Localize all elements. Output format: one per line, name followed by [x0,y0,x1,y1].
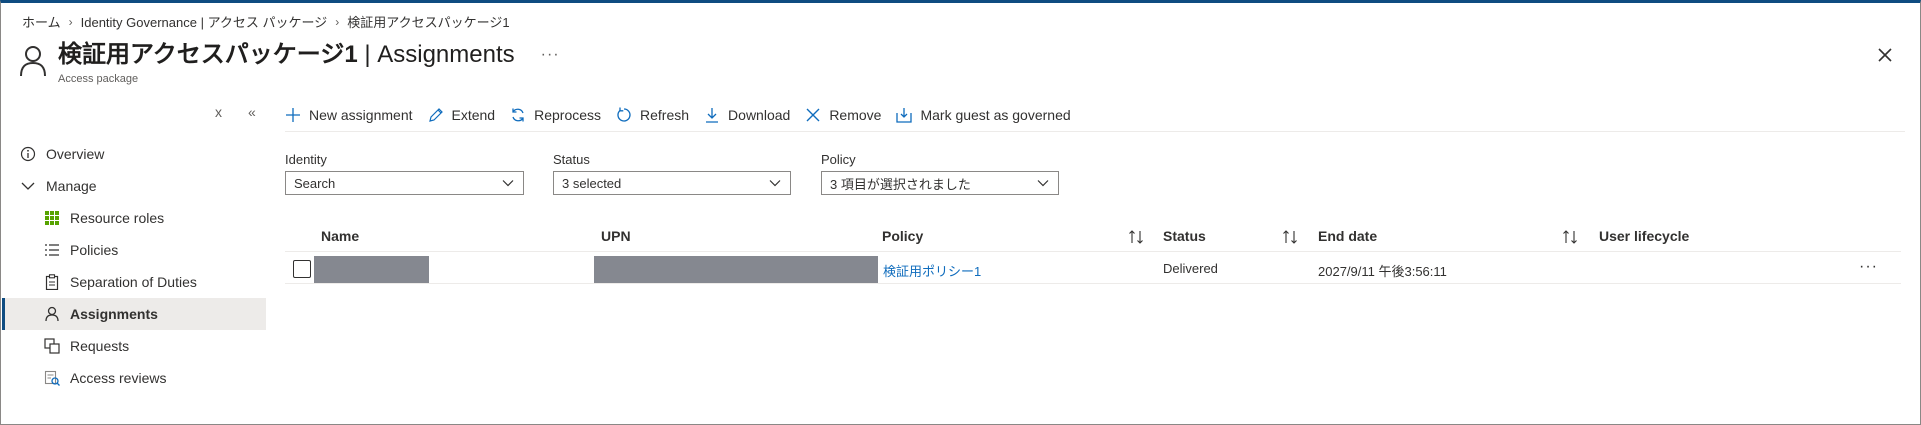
table-row: 検証用ポリシー1 Delivered 2027/9/11 午後3:56:11 ·… [285,252,1901,284]
chevron-down-icon [1037,180,1049,187]
refresh-button[interactable]: Refresh [616,103,689,127]
sidebar-item-manage[interactable]: Manage [2,170,266,202]
identity-filter-value: Search [294,175,336,191]
status-filter: Status 3 selected [553,152,791,195]
sidebar-item-policies[interactable]: Policies [2,234,266,266]
download-icon [706,107,719,123]
page-title: 検証用アクセスパッケージ1 | Assignments [58,40,515,70]
row-checkbox[interactable] [293,260,311,278]
more-options-icon[interactable]: ··· [541,46,560,64]
remove-button[interactable]: Remove [805,103,881,127]
sidebar-item-label: Access reviews [70,370,167,386]
status-filter-label: Status [553,152,590,167]
row-more-options-icon[interactable]: ··· [1859,258,1878,276]
pencil-icon [428,107,443,122]
chevron-down-icon [20,178,36,194]
sidebar-item-label: Overview [46,146,105,162]
column-header-policy[interactable]: Policy [882,228,923,244]
list-icon [44,242,60,258]
requests-icon [44,338,60,354]
download-button[interactable]: Download [704,103,790,127]
extend-label: Extend [451,106,496,123]
sidebar-item-label: Resource roles [70,210,165,226]
upn-cell-redacted [594,256,878,283]
table-header: Name UPN Policy Status End date User lif… [285,224,1901,252]
policy-filter-dropdown[interactable]: 3 項目が選択されました [821,171,1059,195]
refresh-icon [617,107,631,122]
end-date-cell: 2027/9/11 午後3:56:11 [1318,264,1447,279]
reprocess-icon [512,108,524,121]
breadcrumb-separator-icon: › [335,14,340,29]
sidebar-item-label: Manage [46,178,97,194]
page-title-name: 検証用アクセスパッケージ1 [58,41,358,68]
sidebar-item-label: Requests [70,338,130,354]
identity-filter-dropdown[interactable]: Search [285,171,524,195]
new-assignment-label: New assignment [309,106,413,123]
sidebar-item-access-reviews[interactable]: Access reviews [2,362,266,394]
download-label: Download [728,106,791,123]
policy-link[interactable]: 検証用ポリシー1 [883,261,981,280]
grid-icon [44,210,60,226]
column-header-user-lifecycle[interactable]: User lifecycle [1599,228,1689,244]
person-icon [18,44,48,78]
breadcrumb-identity-governance[interactable]: Identity Governance | アクセス パッケージ [81,12,328,31]
breadcrumb-home[interactable]: ホーム [22,12,61,31]
sidebar-item-label: Separation of Duties [70,274,197,290]
mark-governed-icon [896,107,913,123]
page-title-section: | Assignments [357,41,515,68]
sort-status-icon[interactable] [1282,228,1298,246]
name-cell-redacted [314,256,429,283]
new-assignment-button[interactable]: New assignment [285,103,413,127]
breadcrumb-separator-icon: › [68,14,73,29]
sort-policy-icon[interactable] [1128,228,1144,246]
sort-end-date-icon[interactable] [1562,228,1578,246]
page-header: 検証用アクセスパッケージ1 | Assignments Access packa… [18,40,560,85]
info-icon [20,146,36,162]
identity-filter-label: Identity [285,152,327,167]
sidebar: Overview Manage Resource roles Policies … [2,138,266,394]
clipboard-icon [44,274,60,290]
reprocess-label: Reprocess [534,106,602,123]
sidebar-item-assignments[interactable]: Assignments [2,298,266,330]
mark-guest-label: Mark guest as governed [920,106,1071,123]
policy-filter-label: Policy [821,152,856,167]
status-filter-dropdown[interactable]: 3 selected [553,171,791,195]
plus-icon [286,107,300,122]
identity-filter: Identity Search [285,152,524,195]
close-icon[interactable] [1874,44,1896,66]
command-bar: New assignment Extend Reprocess Refresh … [285,102,1905,132]
person-icon [44,306,60,322]
breadcrumb-access-package[interactable]: 検証用アクセスパッケージ1 [347,12,509,31]
column-header-upn[interactable]: UPN [601,228,631,244]
remove-icon [806,108,820,121]
sidebar-item-resource-roles[interactable]: Resource roles [2,202,266,234]
sidebar-item-label: Policies [70,242,119,258]
status-cell: Delivered [1163,261,1218,276]
sidebar-item-separation-of-duties[interactable]: Separation of Duties [2,266,266,298]
chevron-down-icon [502,180,514,187]
column-header-end-date[interactable]: End date [1318,228,1377,244]
mark-guest-as-governed-button[interactable]: Mark guest as governed [896,103,1071,127]
sidebar-item-label: Assignments [70,306,158,322]
extend-button[interactable]: Extend [428,103,496,127]
reprocess-button[interactable]: Reprocess [510,103,601,127]
access-review-icon [44,370,60,386]
breadcrumb: ホーム › Identity Governance | アクセス パッケージ ›… [22,12,510,31]
policy-filter: Policy 3 項目が選択されました [821,152,1059,195]
page-subtitle: Access package [58,73,139,85]
sidebar-item-requests[interactable]: Requests [2,330,266,362]
column-header-name[interactable]: Name [321,228,359,244]
status-filter-value: 3 selected [562,175,622,191]
refresh-label: Refresh [640,106,690,123]
collapse-panel-icon[interactable]: « [248,104,256,120]
chevron-down-icon [769,180,781,187]
column-header-status[interactable]: Status [1163,228,1206,244]
sidebar-item-overview[interactable]: Overview [2,138,266,170]
collapse-all-icon[interactable]: x [215,104,222,120]
remove-label: Remove [829,106,882,123]
policy-filter-value: 3 項目が選択されました [830,176,971,192]
